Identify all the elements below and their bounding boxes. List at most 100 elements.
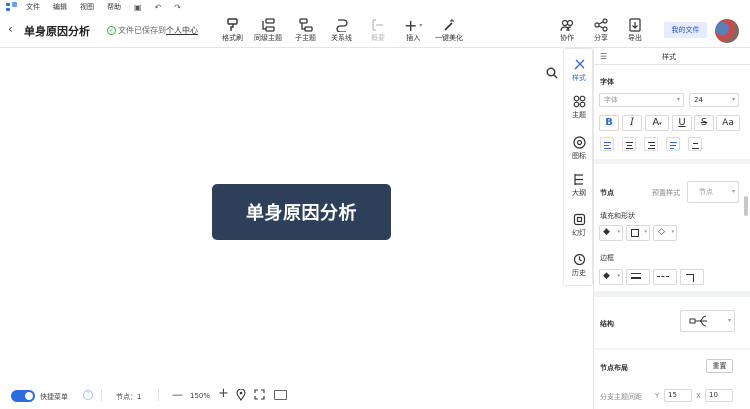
- zoom-in-icon[interactable]: +: [218, 386, 229, 401]
- my-files-button[interactable]: 我的文件: [664, 22, 707, 38]
- branch-spacing-label: 分支主题间距: [600, 393, 642, 401]
- save-status: ✓ 文件已保存到 个人中心: [107, 25, 198, 36]
- node-shape-button[interactable]: ◇ ▾: [653, 225, 677, 241]
- fill-shape-label: 填充和形状: [600, 212, 635, 220]
- border-label: 边框: [600, 254, 614, 262]
- border-shape-button[interactable]: ▾: [626, 225, 650, 241]
- tab-outline-label: 大纲: [572, 189, 586, 197]
- y-axis-label: Y: [655, 392, 660, 400]
- sibling-topic-icon: [261, 17, 275, 33]
- structure-label: 结构: [600, 320, 614, 328]
- separator: [101, 389, 102, 401]
- quick-menu-toggle[interactable]: [11, 390, 35, 402]
- preset-style-select[interactable]: 节点 ▾: [687, 181, 739, 203]
- personal-center-link[interactable]: 个人中心: [166, 25, 198, 36]
- locate-icon[interactable]: [236, 388, 246, 403]
- export-button[interactable]: 导出: [628, 17, 642, 43]
- y-spacing-input[interactable]: 15: [664, 389, 692, 402]
- check-icon: ✓: [107, 26, 116, 35]
- zoom-level: 150%: [190, 392, 211, 400]
- format-painter-button[interactable]: 格式刷: [222, 17, 243, 43]
- share-label: 分享: [594, 34, 608, 42]
- avatar[interactable]: [715, 19, 739, 43]
- summary-label: 概要: [371, 34, 385, 42]
- text-case-button[interactable]: Aa: [716, 115, 740, 131]
- menu-file[interactable]: 文件: [26, 2, 40, 12]
- save-icon[interactable]: ▣: [134, 3, 142, 12]
- beautify-button[interactable]: 一键美化: [435, 17, 463, 43]
- fullscreen-icon[interactable]: [254, 389, 265, 402]
- panel-scrollbar[interactable]: [744, 196, 748, 216]
- align-center-icon[interactable]: [622, 137, 636, 151]
- font-color-button[interactable]: A▾: [645, 115, 669, 131]
- rectangle-icon: [631, 229, 639, 237]
- tab-slides[interactable]: 幻灯: [564, 213, 594, 238]
- font-family-select[interactable]: 字体 ▾: [599, 93, 684, 107]
- document-title[interactable]: 单身原因分析: [24, 23, 90, 39]
- text-wrap-icon[interactable]: [666, 137, 680, 151]
- sibling-topic-label: 同级主题: [254, 34, 282, 42]
- menu-help[interactable]: 帮助: [107, 2, 121, 12]
- x-spacing-value: 10: [709, 391, 718, 399]
- separator: [158, 389, 159, 401]
- zoom-out-icon[interactable]: —: [172, 388, 183, 401]
- summary-button[interactable]: 概要: [371, 17, 385, 43]
- align-right-icon[interactable]: [644, 137, 658, 151]
- tab-history[interactable]: 历史: [564, 253, 594, 278]
- menu-view[interactable]: 视图: [80, 2, 94, 12]
- insert-button[interactable]: + ▾ 插入: [404, 15, 423, 43]
- panel-divider: [594, 348, 750, 350]
- slides-icon: [573, 213, 586, 228]
- search-icon[interactable]: [546, 64, 558, 83]
- minimap-icon[interactable]: [274, 390, 287, 400]
- align-left-icon[interactable]: [600, 137, 614, 151]
- tab-icons[interactable]: 图标: [564, 136, 594, 161]
- bold-button[interactable]: B: [599, 115, 619, 131]
- side-tabs: 样式 主题 图标 大纲 幻灯 历史: [563, 48, 593, 286]
- tab-slides-label: 幻灯: [572, 229, 586, 237]
- tab-style[interactable]: 样式: [564, 58, 594, 83]
- y-spacing-value: 15: [668, 391, 677, 399]
- tab-outline[interactable]: 大纲: [564, 173, 594, 198]
- app-logo-icon: [6, 2, 18, 12]
- tab-theme[interactable]: 主题: [564, 95, 594, 120]
- border-style-button[interactable]: [653, 269, 677, 285]
- menu-edit[interactable]: 编辑: [53, 2, 67, 12]
- format-painter-icon: [226, 17, 239, 33]
- font-size-value: 24: [694, 96, 703, 104]
- relation-line-button[interactable]: 关系线: [331, 17, 352, 43]
- border-width-button[interactable]: [626, 269, 650, 285]
- underline-button[interactable]: U: [672, 115, 692, 131]
- beautify-label: 一键美化: [435, 34, 463, 42]
- border-color-button[interactable]: ◆ ▾: [599, 269, 623, 285]
- collaborate-button[interactable]: 协作: [560, 17, 574, 43]
- clear-format-icon[interactable]: [688, 137, 702, 151]
- share-button[interactable]: 分享: [594, 17, 608, 43]
- strikethrough-button[interactable]: S: [694, 115, 714, 131]
- chevron-down-icon: ▾: [731, 188, 735, 195]
- root-topic-node[interactable]: 单身原因分析: [212, 184, 391, 240]
- x-spacing-input[interactable]: 10: [705, 389, 733, 402]
- reset-button[interactable]: 重置: [706, 359, 733, 373]
- status-bar: 快捷菜单 ? 节点：1 — 150% +: [0, 383, 593, 409]
- font-section-title: 字体: [600, 78, 614, 86]
- x-axis-label: X: [696, 392, 701, 400]
- corner-style-button[interactable]: [680, 269, 704, 285]
- redo-icon[interactable]: ↷: [174, 3, 181, 12]
- fill-color-button[interactable]: ◆ ▾: [599, 225, 623, 241]
- italic-button[interactable]: I: [622, 115, 642, 131]
- help-icon[interactable]: ?: [83, 390, 93, 400]
- relation-line-label: 关系线: [331, 34, 352, 42]
- export-icon: [628, 17, 642, 33]
- child-topic-button[interactable]: 子主题: [295, 17, 316, 43]
- mindmap-canvas[interactable]: 单身原因分析: [0, 48, 563, 383]
- sibling-topic-button[interactable]: 同级主题: [254, 17, 282, 43]
- export-label: 导出: [628, 34, 642, 42]
- style-panel: ☰ 样式 字体 字体 ▾ 24 ▾ B I A▾ U S Aa 节点 预置样式 节点…: [593, 48, 750, 409]
- undo-icon[interactable]: ↶: [155, 3, 162, 12]
- plus-icon: + ▾: [404, 15, 423, 35]
- structure-select[interactable]: ▾: [680, 310, 735, 332]
- back-icon[interactable]: ‹: [8, 22, 13, 36]
- icon-tab-icon: [572, 136, 586, 151]
- font-size-select[interactable]: 24 ▾: [689, 93, 739, 107]
